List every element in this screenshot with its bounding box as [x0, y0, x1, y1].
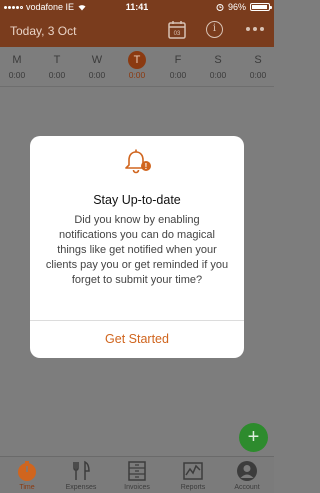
day-letter: F [174, 54, 182, 66]
chart-icon [183, 462, 203, 480]
calendar-button[interactable]: 03 [168, 20, 186, 39]
cutlery-icon [73, 460, 90, 480]
day-letter: M [12, 54, 22, 66]
tab-label: Time [19, 484, 35, 491]
info-button[interactable]: i [206, 21, 223, 38]
day-letter: T [128, 51, 146, 69]
day-letter: S [214, 54, 222, 66]
alert-badge-text: ! [145, 162, 148, 171]
tab-expenses[interactable]: Expenses [54, 460, 108, 491]
day-hours: 0:00 [249, 70, 267, 80]
day-hours: 0:00 [128, 70, 146, 80]
modal-body: Did you know by enabling notifications y… [45, 214, 229, 286]
day-monday[interactable]: M 0:00 [2, 51, 32, 80]
more-button[interactable] [246, 22, 268, 36]
week-strip: M 0:00 T 0:00 W 0:00 T 0:00 F 0:00 S 0:0… [0, 47, 274, 87]
day-letter: S [254, 54, 262, 66]
current-date[interactable]: Today, 3 Oct [10, 24, 76, 38]
day-hours: 0:00 [8, 70, 26, 80]
plus-icon: + [247, 426, 260, 448]
info-icon: i [212, 23, 217, 34]
day-thursday[interactable]: T 0:00 [122, 51, 152, 80]
battery-fill [252, 5, 268, 9]
tab-label: Account [234, 484, 260, 491]
day-saturday[interactable]: S 0:00 [203, 51, 233, 80]
tab-bar: Time Expenses Invoices Reports Account [0, 456, 274, 493]
day-hours: 0:00 [48, 70, 66, 80]
status-right: 96% [216, 2, 272, 12]
battery-percent: 96% [227, 2, 246, 12]
battery-icon [250, 3, 272, 11]
calendar-icon: 03 [168, 21, 186, 39]
status-bar: vodafone IE 11:41 96% [0, 0, 274, 14]
tab-reports[interactable]: Reports [166, 460, 220, 491]
day-wednesday[interactable]: W 0:00 [82, 51, 112, 80]
more-icon [246, 27, 264, 31]
day-letter: W [91, 54, 103, 66]
get-started-button[interactable]: Get Started [30, 321, 244, 358]
calendar-day-number: 03 [174, 31, 181, 37]
bell-icon: ! [125, 149, 151, 174]
tab-time[interactable]: Time [0, 460, 54, 491]
alarm-icon [216, 4, 224, 11]
day-tuesday[interactable]: T 0:00 [42, 51, 72, 80]
tab-label: Expenses [65, 484, 97, 491]
stopwatch-icon [18, 461, 36, 481]
day-hours: 0:00 [88, 70, 106, 80]
day-letter: T [53, 54, 61, 66]
add-entry-button[interactable]: + [239, 423, 268, 452]
tab-label: Reports [180, 484, 206, 491]
tab-invoices[interactable]: Invoices [110, 460, 164, 491]
cabinet-icon [128, 461, 146, 481]
day-sunday[interactable]: S 0:00 [243, 51, 273, 80]
modal-title: Stay Up-to-date [93, 193, 181, 207]
day-hours: 0:00 [209, 70, 227, 80]
notification-modal: ! Stay Up-to-date Did you know by enabli… [30, 136, 244, 358]
user-icon [237, 461, 257, 481]
day-hours: 0:00 [169, 70, 187, 80]
app-header: Today, 3 Oct 03 i [0, 14, 274, 47]
day-friday[interactable]: F 0:00 [163, 51, 193, 80]
tab-label: Invoices [124, 484, 150, 491]
tab-account[interactable]: Account [220, 460, 274, 491]
